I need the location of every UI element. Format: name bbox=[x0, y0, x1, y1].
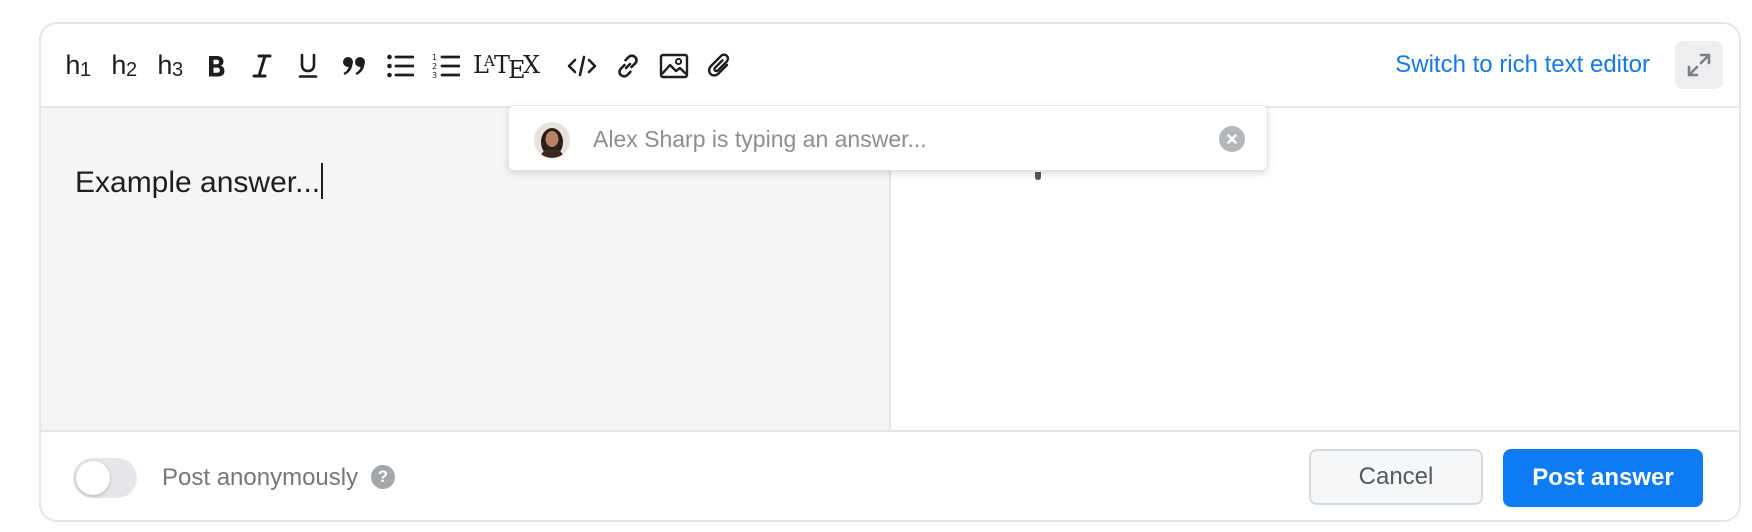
link-button[interactable] bbox=[608, 46, 648, 86]
heading-1-button[interactable]: h1 bbox=[58, 46, 98, 86]
post-anonymously-label: Post anonymously bbox=[162, 464, 359, 491]
expand-icon bbox=[1687, 53, 1711, 77]
quote-button[interactable] bbox=[334, 46, 374, 86]
latex-button[interactable]: L A T E X bbox=[472, 46, 546, 86]
attachment-icon bbox=[707, 53, 730, 77]
editor-footer: Post anonymously ? Cancel Post answer bbox=[41, 430, 1739, 520]
answer-text-input[interactable]: Example answer... bbox=[75, 163, 324, 200]
heading-1-icon: h1 bbox=[65, 50, 91, 81]
preview-text-fragment bbox=[1035, 172, 1041, 180]
toggle-knob bbox=[76, 461, 110, 495]
avatar bbox=[534, 122, 570, 158]
italic-button[interactable] bbox=[242, 46, 282, 86]
close-icon[interactable] bbox=[1219, 126, 1245, 152]
attachment-button[interactable] bbox=[700, 46, 740, 86]
underline-icon bbox=[298, 53, 318, 78]
formatting-toolbar: h1 h2 h3 1 2 3 L A T E X Switch to rich … bbox=[41, 24, 1739, 108]
post-answer-button[interactable]: Post answer bbox=[1503, 449, 1703, 507]
link-icon bbox=[618, 54, 638, 78]
numbered-list-button[interactable]: 1 2 3 bbox=[426, 46, 466, 86]
image-icon bbox=[659, 53, 689, 79]
bold-icon bbox=[209, 56, 225, 77]
underline-button[interactable] bbox=[288, 46, 328, 86]
svg-text:3: 3 bbox=[432, 71, 437, 80]
text-caret bbox=[321, 163, 324, 199]
italic-icon bbox=[252, 54, 272, 78]
heading-2-button[interactable]: h2 bbox=[104, 46, 144, 86]
typing-indicator-popup: Alex Sharp is typing an answer... bbox=[508, 105, 1268, 171]
code-icon bbox=[567, 55, 597, 77]
bold-button[interactable] bbox=[196, 46, 236, 86]
heading-3-button[interactable]: h3 bbox=[150, 46, 190, 86]
quote-icon bbox=[343, 57, 365, 75]
code-button[interactable] bbox=[562, 46, 602, 86]
typing-indicator-text: Alex Sharp is typing an answer... bbox=[593, 126, 927, 152]
help-icon[interactable]: ? bbox=[371, 465, 395, 489]
bullet-list-button[interactable] bbox=[380, 46, 420, 86]
heading-2-icon: h2 bbox=[111, 50, 137, 81]
anonymous-toggle[interactable] bbox=[73, 458, 137, 498]
cancel-button[interactable]: Cancel bbox=[1309, 449, 1483, 505]
switch-to-rich-text-link[interactable]: Switch to rich text editor bbox=[1395, 51, 1650, 79]
svg-text:2: 2 bbox=[432, 62, 437, 71]
svg-text:X: X bbox=[523, 51, 540, 79]
expand-button[interactable] bbox=[1675, 41, 1723, 89]
svg-text:1: 1 bbox=[432, 53, 437, 62]
heading-3-icon: h3 bbox=[157, 50, 183, 81]
bullet-list-icon bbox=[387, 54, 414, 78]
latex-icon: L A T E X bbox=[473, 51, 540, 81]
image-button[interactable] bbox=[654, 46, 694, 86]
numbered-list-icon: 1 2 3 bbox=[432, 53, 460, 80]
answer-editor: h1 h2 h3 1 2 3 L A T E X Switch to rich … bbox=[39, 22, 1741, 522]
